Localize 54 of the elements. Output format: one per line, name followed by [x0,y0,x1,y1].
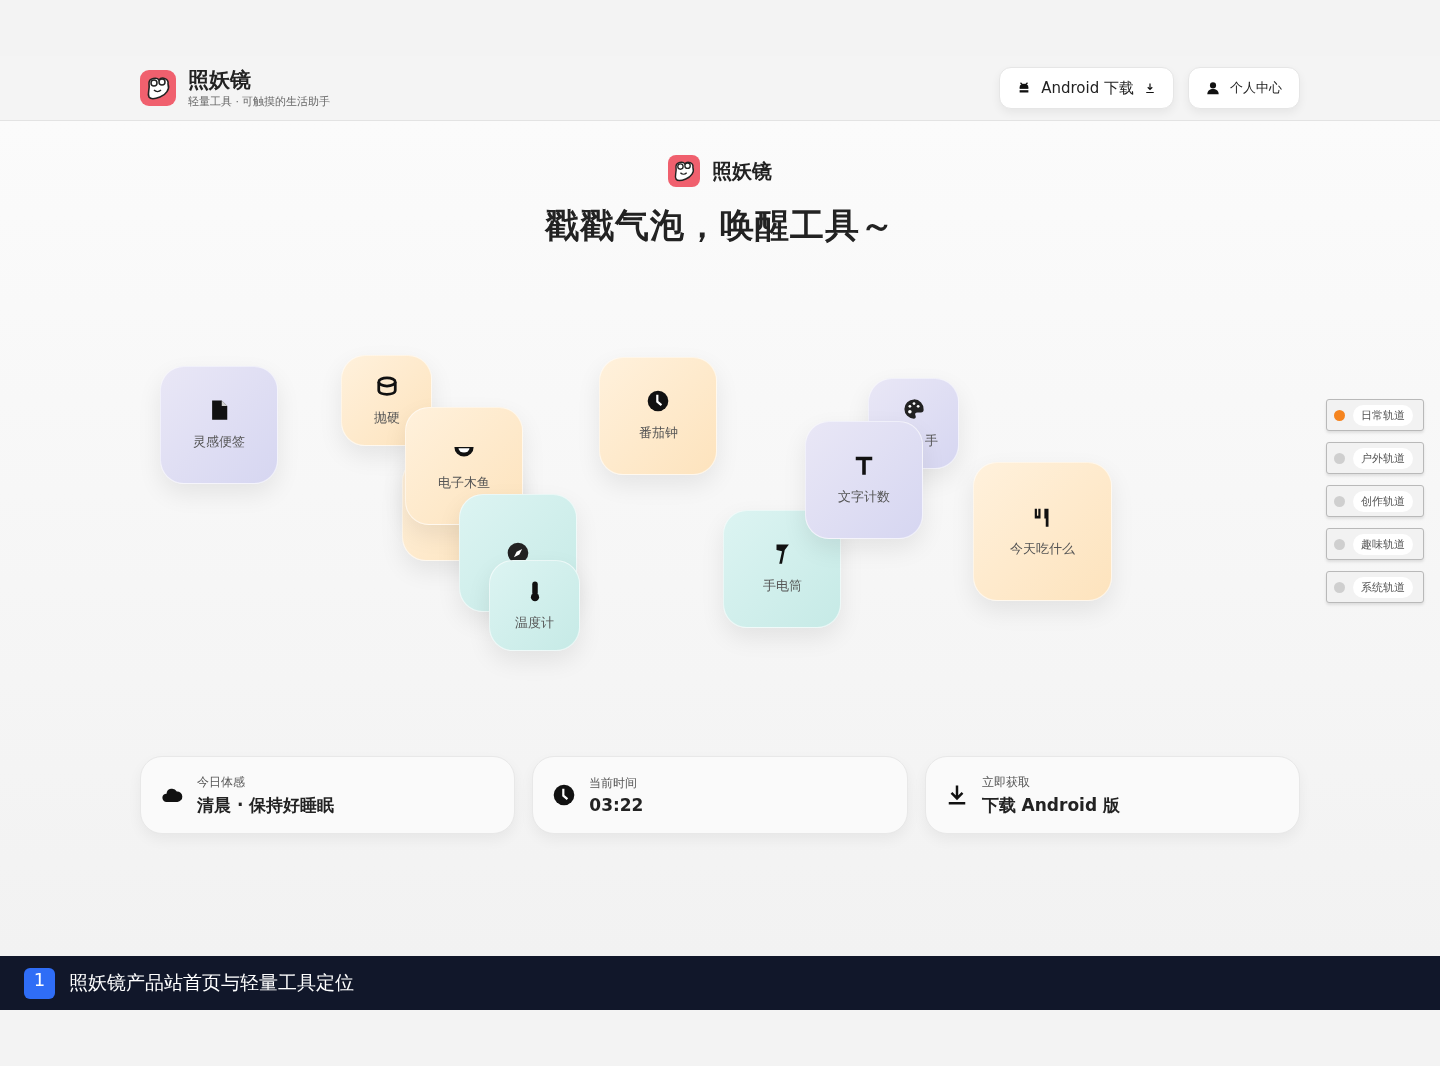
coin-icon [375,374,398,397]
tool-label: 番茄钟 [638,424,678,442]
track-option[interactable]: 日常轨道 [1326,399,1424,431]
text-icon [853,454,875,476]
download-icon [1144,82,1156,94]
tool-bubble[interactable]: 今天吃什么 [973,462,1112,601]
tool-label: 文字计数 [838,488,890,506]
card-value: 03:22 [589,795,644,815]
track-option[interactable]: 创作轨道 [1326,485,1424,517]
tool-label: 电子木鱼 [438,474,490,492]
tool-label: 今天吃什么 [1010,539,1075,558]
clock-icon [647,390,669,412]
track-option[interactable]: 户外轨道 [1326,442,1424,474]
tool-bubble[interactable]: 手电筒 [723,510,841,628]
track-label: 创作轨道 [1353,490,1413,512]
palette-icon [902,397,925,420]
tool-bubble[interactable]: 温度计 [489,560,580,651]
track-label: 户外轨道 [1353,447,1413,469]
track-label: 系统轨道 [1353,576,1413,598]
tool-label: 抛硬 [373,408,400,427]
track-option[interactable]: 趣味轨道 [1326,528,1424,560]
status-dot [1334,581,1345,593]
tool-bubble[interactable]: 文字计数 [805,421,923,539]
android-download-button[interactable]: Android 下载 [999,67,1174,109]
brand-name: 照妖镜 [712,157,772,185]
tool-label: 温度计 [515,613,554,632]
logo-icon [668,155,700,187]
logo-icon [140,70,176,106]
status-dot [1334,409,1345,421]
caption-number: 1 [24,967,55,999]
android-icon [1017,81,1032,95]
status-dot [1334,452,1345,464]
tool-label: 灵感便签 [193,433,245,451]
user-icon [1206,81,1220,95]
card-value: 下载 Android 版 [981,793,1120,817]
status-dot [1334,538,1345,550]
status-dot [1334,495,1345,507]
track-label: 日常轨道 [1353,404,1413,426]
headline: 戳戳气泡，唤醒工具～ [545,204,895,247]
track-option[interactable]: 系统轨道 [1326,571,1424,603]
card-label: 当前时间 [589,775,639,792]
tool-label: 手电筒 [762,577,802,595]
card-label: 立即获取 [981,773,1031,791]
card-value: 清晨 · 保持好睡眠 [197,793,335,817]
track-label: 趣味轨道 [1353,533,1413,555]
tool-label: 手 [925,431,938,450]
clock-icon [553,784,576,806]
card-label: 今日体感 [197,773,246,791]
site-title: 照妖镜 [188,67,252,92]
profile-button[interactable]: 个人中心 [1188,67,1300,109]
caption-text: 照妖镜产品站首页与轻量工具定位 [69,970,354,995]
tool-bubble[interactable]: 灵感便签 [160,366,278,484]
tool-bubble[interactable]: 番茄钟 [599,357,717,475]
site-subtitle: 轻量工具 · 可触摸的生活助手 [188,93,331,109]
